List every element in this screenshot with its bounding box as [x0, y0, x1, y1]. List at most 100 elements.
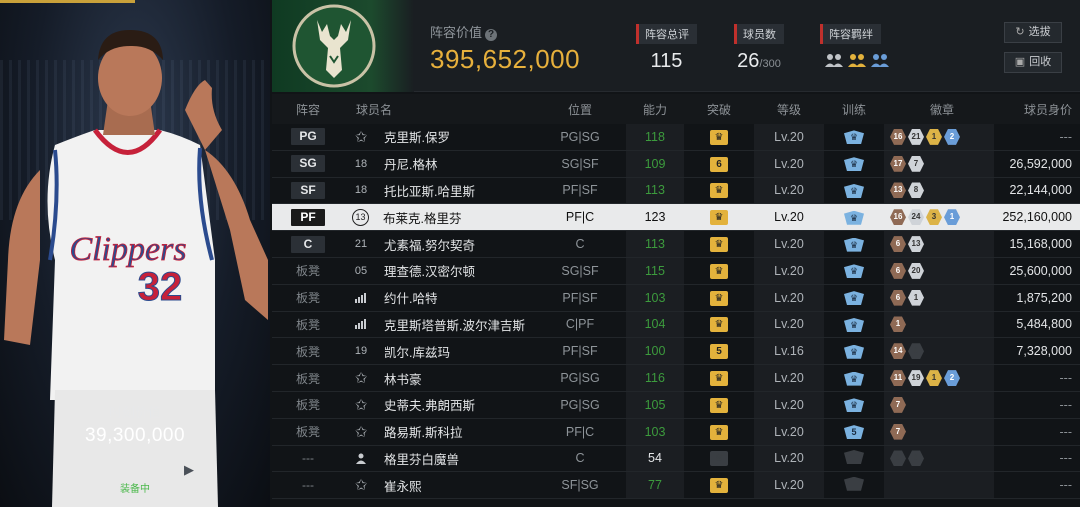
badges-cell[interactable]: 13 8 — [884, 177, 994, 204]
player-name[interactable]: 林书豪 — [384, 369, 422, 388]
badges-cell[interactable]: 16 24 3 1 — [884, 204, 994, 230]
col-header-price[interactable]: 球员身价 — [994, 101, 1080, 118]
player-name[interactable]: 克里斯塔普斯.波尔津吉斯 — [384, 315, 525, 334]
breakthrough-crown-icon[interactable]: ♛ — [710, 371, 728, 387]
breakthrough-crown-icon[interactable]: ♛ — [710, 183, 728, 199]
col-header-badges[interactable]: 徽章 — [884, 101, 994, 118]
training-crown-icon[interactable]: ♛ — [844, 344, 864, 359]
col-header-lineup[interactable]: 阵容 — [272, 101, 344, 118]
training-cell: ♛ — [824, 371, 884, 386]
breakthrough-count[interactable]: 6 — [710, 156, 728, 172]
player-position: PG|SG — [560, 129, 600, 144]
table-row[interactable]: 板凳 克里斯塔普斯.波尔津吉斯 C|PF 104 ♛ Lv.20 ♛ 1 5,484,800 — [272, 311, 1080, 339]
player-name[interactable]: 凯尔.库兹玛 — [384, 342, 450, 361]
table-row[interactable]: 板凳 05 理查德.汉密尔顿 SG|SF 115 ♛ Lv.20 ♛ 6 20 25,600,000 — [272, 257, 1080, 285]
training-crown-icon[interactable]: ♛ — [844, 291, 864, 306]
lineup-slot: C — [272, 235, 344, 253]
player-level: Lv.20 — [754, 257, 824, 284]
prev-card-arrow-icon[interactable]: ◀ — [76, 462, 86, 478]
player-name[interactable]: 尤素福.努尔契奇 — [384, 235, 475, 254]
breakthrough-crown-icon[interactable]: ♛ — [710, 397, 728, 413]
player-name[interactable]: 史蒂夫.弗朗西斯 — [384, 395, 475, 414]
table-row[interactable]: C 21 尤素福.努尔契奇 C 113 ♛ Lv.20 ♛ 6 13 15,168,000 — [272, 231, 1080, 258]
col-header-position[interactable]: 位置 — [534, 101, 626, 118]
player-name[interactable]: 布莱克.格里芬 — [383, 208, 461, 227]
badges-cell[interactable]: 7 — [884, 418, 994, 445]
table-row[interactable]: 板凳 约什.哈特 PF|SF 103 ♛ Lv.20 ♛ 6 1 1,875,200 — [272, 284, 1080, 312]
player-name[interactable]: 丹尼.格林 — [384, 154, 437, 173]
table-row[interactable]: SG 18 丹尼.格林 SG|SF 109 6 Lv.20 ♛ 17 7 26,592,000 — [272, 150, 1080, 178]
badges-cell[interactable]: 6 13 — [884, 231, 994, 257]
badges-cell[interactable]: 61 — [884, 284, 994, 311]
table-row[interactable]: PG ✩ 克里斯.保罗 PG|SG 118 ♛ Lv.20 ♛ 16 21 1 2 --- — [272, 124, 1080, 151]
lineup-slot-label: SF — [291, 181, 325, 199]
breakthrough-crown-icon[interactable]: ♛ — [710, 317, 728, 333]
breakthrough-count[interactable]: 5 — [710, 344, 728, 360]
lineup-slot-label: 板凳 — [295, 398, 320, 413]
player-name[interactable]: 崔永熙 — [384, 476, 422, 495]
col-header-breakthrough[interactable]: 突破 — [684, 101, 754, 118]
badges-cell[interactable]: 00 — [884, 445, 994, 472]
training-crown-icon[interactable]: ♛ — [844, 157, 864, 172]
col-header-level[interactable]: 等级 — [754, 101, 824, 118]
training-crown-icon[interactable]: ♛ — [844, 317, 864, 332]
badges-cell[interactable] — [884, 472, 994, 499]
player-position: SG|SF — [561, 156, 599, 171]
badges-cell[interactable]: 1 — [884, 311, 994, 338]
player-position: PF|SF — [562, 183, 598, 198]
training-crown-icon[interactable]: ♛ — [844, 371, 864, 386]
badges-cell[interactable]: 6 20 — [884, 257, 994, 284]
badges-cell[interactable]: 14 0 — [884, 338, 994, 365]
select-button[interactable]: ↻ 选拔 — [1004, 22, 1062, 43]
table-row[interactable]: SF 18 托比亚斯.哈里斯 PF|SF 113 ♛ Lv.20 ♛ 13 8 22,144,000 — [272, 177, 1080, 205]
player-name[interactable]: 理查德.汉密尔顿 — [384, 261, 475, 280]
player-name[interactable]: 克里斯.保罗 — [384, 127, 450, 146]
help-icon[interactable]: ? — [485, 29, 498, 41]
player-name[interactable]: 格里芬白魔兽 — [384, 449, 459, 468]
table-row[interactable]: PF 13 布莱克.格里芬 PF|C 123 ♛ Lv.20 ♛ 16 24 3 1 252,160,0… — [272, 204, 1080, 232]
training-crown-icon[interactable]: ♛ — [844, 183, 864, 198]
training-locked-icon[interactable] — [844, 476, 864, 491]
training-crown-icon[interactable]: ♛ — [844, 264, 864, 279]
breakthrough-crown-icon[interactable]: ♛ — [710, 424, 728, 440]
bond-gold-people-icon[interactable] — [847, 52, 867, 68]
breakthrough-crown-icon[interactable]: ♛ — [710, 263, 728, 279]
badges-cell[interactable]: 17 7 — [884, 150, 994, 177]
table-row[interactable]: 板凳 19 凯尔.库兹玛 PF|SF 100 5 Lv.16 ♛ 14 0 7,328,000 — [272, 338, 1080, 366]
breakthrough-crown-icon[interactable]: ♛ — [710, 210, 728, 226]
training-crown-icon[interactable]: ♛ — [844, 398, 864, 413]
table-row[interactable]: 板凳 ✩ 史蒂夫.弗朗西斯 PG|SG 105 ♛ Lv.20 ♛ 7 --- — [272, 391, 1080, 419]
training-crown-icon[interactable]: ♛ — [844, 210, 864, 225]
player-name[interactable]: 托比亚斯.哈里斯 — [384, 181, 475, 200]
player-position: C — [575, 237, 585, 252]
badges-cell[interactable]: 11 19 1 2 — [884, 365, 994, 391]
lineup-slot: SG — [272, 155, 344, 173]
player-name[interactable]: 路易斯.斯科拉 — [384, 422, 462, 441]
table-row[interactable]: --- 格里芬白魔兽 C 54 ♛ Lv.20 0 0 --- — [272, 445, 1080, 473]
breakthrough-crown-icon[interactable]: ♛ — [710, 290, 728, 306]
breakthrough-cell: 5 — [684, 343, 754, 360]
breakthrough-crown-icon[interactable]: ♛ — [710, 237, 728, 253]
recycle-button[interactable]: ▣ 回收 — [1004, 52, 1062, 73]
col-header-name[interactable]: 球员名 — [344, 101, 534, 118]
table-row[interactable]: 板凳 ✩ 路易斯.斯科拉 PF|C 103 ♛ Lv.20 5 7 --- — [272, 418, 1080, 446]
player-name[interactable]: 约什.哈特 — [384, 288, 437, 307]
bond-blue-people-icon[interactable] — [870, 52, 890, 68]
badges-cell[interactable]: 7 — [884, 391, 994, 418]
table-row[interactable]: --- ✩ 崔永熙 SF|SG 77 ♛ Lv.20 --- — [272, 472, 1080, 500]
col-header-training[interactable]: 训练 — [824, 101, 884, 118]
lineup-slot: 板凳 — [272, 316, 344, 333]
training-crown-icon[interactable]: ♛ — [844, 237, 864, 252]
badges-cell[interactable]: 16 21 1 2 — [884, 124, 994, 150]
next-card-arrow-icon[interactable]: ▶ — [184, 462, 194, 478]
col-header-ability[interactable]: 能力 — [626, 101, 684, 118]
training-count[interactable]: 5 — [844, 425, 864, 440]
training-crown-icon[interactable]: ♛ — [844, 130, 864, 145]
training-locked-icon[interactable] — [844, 449, 864, 464]
breakthrough-crown-icon[interactable]: ♛ — [710, 129, 728, 145]
table-row[interactable]: 板凳 ✩ 林书豪 PG|SG 116 ♛ Lv.20 ♛ 11 19 1 2 --- — [272, 365, 1080, 392]
breakthrough-crown-icon[interactable]: ♛ — [710, 478, 728, 494]
breakthrough-locked-icon[interactable]: ♛ — [710, 451, 728, 467]
bond-people-icon[interactable] — [824, 52, 844, 68]
badge-hexagon-icon: 11 — [890, 370, 906, 387]
